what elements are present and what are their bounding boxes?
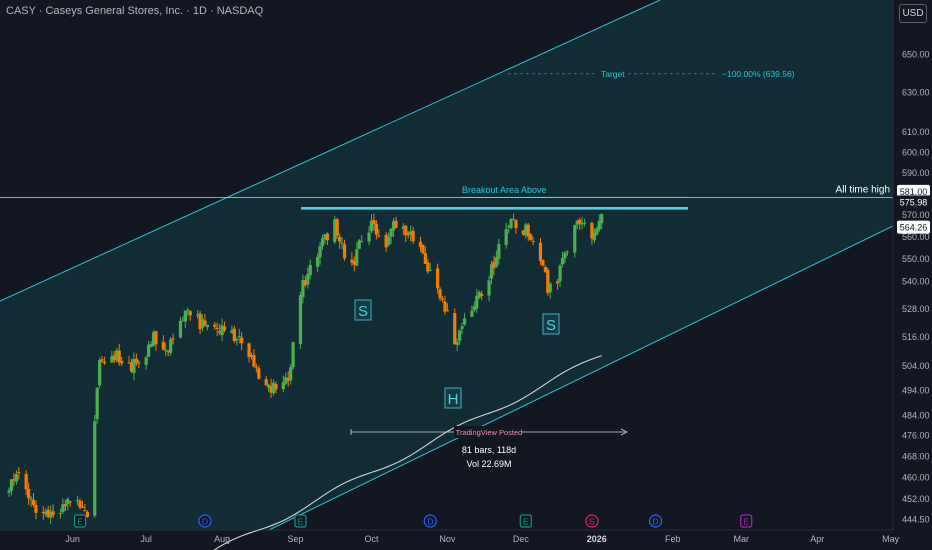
target-label: Target — [601, 69, 625, 79]
y-tick-label: 650.00 — [902, 50, 930, 60]
y-tick-label: 600.00 — [902, 147, 930, 157]
y-tick-label: 494.00 — [902, 385, 930, 395]
x-tick-label: Apr — [810, 534, 824, 544]
y-tick-label: 504.00 — [902, 361, 930, 371]
x-tick-label: May — [882, 534, 900, 544]
y-tick-label: 610.00 — [902, 127, 930, 137]
x-tick-label: Feb — [665, 534, 681, 544]
event-marker[interactable]: E — [294, 514, 307, 528]
svg-text:H: H — [448, 391, 459, 408]
x-tick-label: Aug — [214, 534, 230, 544]
price-axis[interactable]: 650.00630.00610.00600.00590.00570.00560.… — [892, 0, 932, 550]
candle — [335, 217, 339, 239]
svg-text:E: E — [77, 517, 83, 527]
currency-button[interactable]: USD — [899, 4, 927, 23]
symbol-header: CASY · Caseys General Stores, Inc. · 1D … — [6, 5, 264, 17]
pattern-left-shoulder: S — [354, 299, 372, 321]
svg-text:E: E — [523, 517, 529, 527]
candle — [95, 387, 99, 424]
event-marker[interactable]: D — [198, 514, 212, 528]
event-marker[interactable]: E — [740, 514, 753, 528]
x-tick-label: Nov — [439, 534, 456, 544]
x-tick-label: 2026 — [587, 534, 607, 544]
price-label-plain: 575.98 — [897, 195, 930, 209]
target-value: −100.00% (639.56) — [722, 69, 795, 79]
posted-label: TradingView Posted — [456, 428, 523, 437]
x-tick-label: Sep — [288, 534, 304, 544]
svg-text:S: S — [546, 317, 556, 334]
candle — [509, 218, 513, 230]
x-tick-label: Oct — [364, 534, 379, 544]
range-bars-label: 81 bars, 118d — [462, 445, 516, 455]
y-tick-label: 516.00 — [902, 332, 930, 342]
svg-text:564.26: 564.26 — [900, 223, 928, 233]
range-volume-label: Vol 22.69M — [466, 459, 511, 469]
y-tick-label: 540.00 — [902, 276, 930, 286]
all-time-high-label: All time high — [836, 185, 890, 196]
svg-text:575.98: 575.98 — [900, 197, 928, 207]
x-tick-label: Jul — [140, 534, 152, 544]
y-tick-label: 476.00 — [902, 431, 930, 441]
x-tick-label: Mar — [734, 534, 750, 544]
price-chart[interactable]: All time high Breakout Area Above Target −1… — [0, 0, 932, 550]
candle — [298, 291, 303, 349]
candle — [98, 357, 102, 389]
breakout-label: Breakout Area Above — [462, 185, 547, 195]
svg-text:S: S — [589, 517, 595, 527]
y-tick-label: 444.50 — [902, 515, 930, 525]
pattern-head: H — [444, 387, 462, 409]
candle — [291, 341, 295, 370]
candle — [453, 308, 457, 345]
y-tick-label: 630.00 — [902, 88, 930, 98]
event-marker[interactable]: E — [519, 514, 532, 528]
x-tick-label: Jun — [65, 534, 80, 544]
candle — [357, 238, 361, 250]
candle — [93, 414, 97, 518]
y-tick-label: 550.00 — [902, 254, 930, 264]
x-tick-label: Dec — [513, 534, 530, 544]
svg-text:E: E — [298, 517, 304, 527]
event-marker[interactable]: S — [585, 514, 599, 528]
y-tick-label: 590.00 — [902, 168, 930, 178]
svg-text:581.00: 581.00 — [900, 187, 928, 197]
y-tick-label: 452.00 — [902, 494, 930, 504]
y-tick-label: 460.00 — [902, 473, 930, 483]
y-tick-label: 528.00 — [902, 304, 930, 314]
pattern-right-shoulder: S — [542, 313, 560, 335]
event-marker[interactable]: D — [423, 514, 437, 528]
y-tick-label: 484.00 — [902, 410, 930, 420]
candle — [421, 244, 425, 255]
y-tick-label: 570.00 — [902, 210, 930, 220]
y-tick-label: 468.00 — [902, 451, 930, 461]
svg-text:E: E — [743, 517, 749, 527]
svg-text:D: D — [427, 517, 433, 527]
svg-text:D: D — [202, 517, 208, 527]
price-label-last: 564.26 — [897, 220, 930, 234]
svg-text:S: S — [358, 303, 368, 320]
event-marker[interactable]: E — [73, 514, 87, 528]
svg-text:D: D — [653, 517, 659, 527]
event-marker[interactable]: D — [648, 514, 663, 528]
